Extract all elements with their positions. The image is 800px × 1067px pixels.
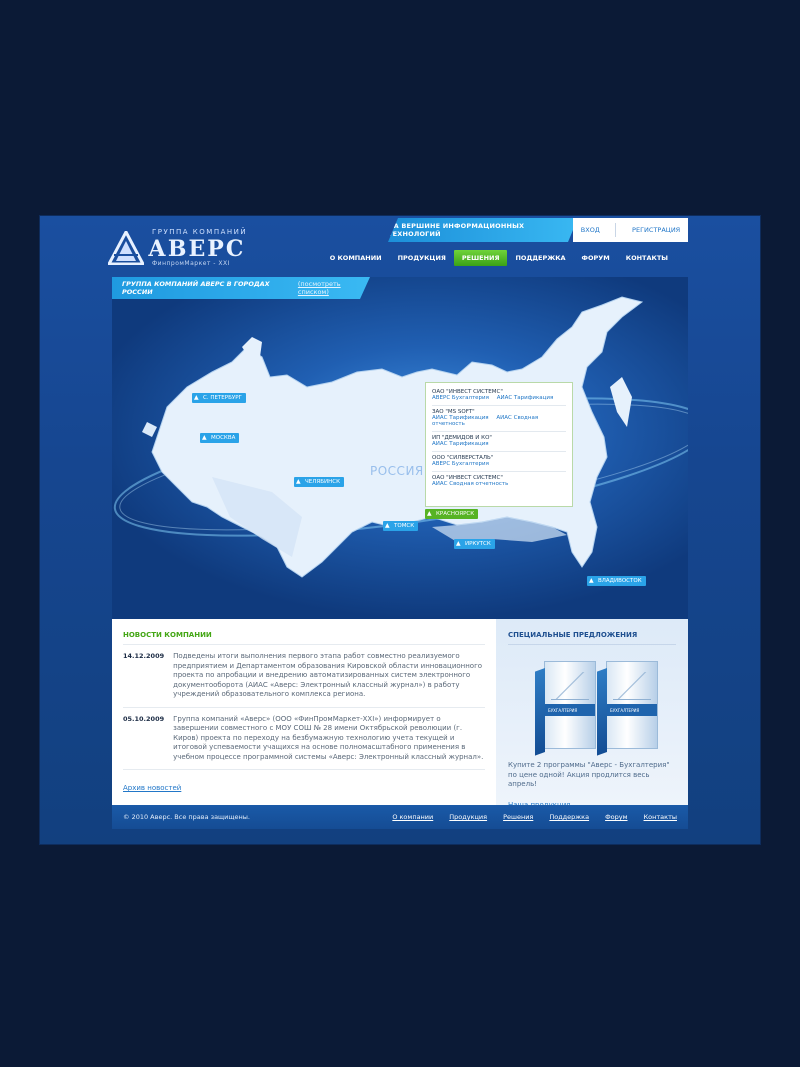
popup-products: АИАС Тарификация АИАС Сводная отчетность <box>432 415 566 432</box>
popup-product-link[interactable]: АВЕРС Бухгалтерия <box>432 461 489 467</box>
city-marker-spb[interactable]: С. Петербург <box>192 393 246 403</box>
news-text: Группа компаний «Аверс» (ООО «ФинПромМар… <box>173 714 484 761</box>
footer-link-forum[interactable]: Форум <box>605 813 627 821</box>
russia-map <box>113 296 688 578</box>
city-marker-tomsk[interactable]: Томск <box>383 521 419 531</box>
footer-link-solutions[interactable]: Решения <box>503 813 533 821</box>
map-panel: Группа компаний Аверс в городах России (… <box>112 277 688 619</box>
popup-products: АИАС Тарификация <box>432 441 566 452</box>
nav-item-solutions[interactable]: Решения <box>453 250 508 266</box>
map-title: Группа компаний Аверс в городах России <box>122 280 270 296</box>
product-box-chart <box>551 672 589 700</box>
nav-item-forum[interactable]: Форум <box>574 250 618 266</box>
popup-product-link[interactable]: АВЕРС Бухгалтерия <box>432 395 489 401</box>
footer-link-about[interactable]: О компании <box>392 813 433 821</box>
city-marker-irkutsk[interactable]: Иркутск <box>454 539 495 549</box>
footer-link-products[interactable]: Продукция <box>449 813 487 821</box>
site-frame: ГРУППА КОМПАНИЙ АВЕРС ФинпромМаркет - XX… <box>40 216 760 844</box>
news-date: 14.12.2009 <box>123 652 165 660</box>
popup-product-link[interactable]: АИАС Тарификация <box>497 395 554 401</box>
news-text: Подведены итоги выполнения первого этапа… <box>173 652 483 698</box>
auth-box: Вход Регистрация <box>573 218 688 242</box>
news-date: 05.10.2009 <box>123 714 165 723</box>
footer-links: О компании Продукция Решения Поддержка Ф… <box>392 813 677 821</box>
nav-item-products[interactable]: Продукция <box>390 250 454 266</box>
popup-product-link[interactable]: АИАС Тарификация <box>432 441 489 447</box>
product-box-label: БУХГАЛТЕРИЯ <box>607 704 657 716</box>
product-box-side <box>597 668 607 756</box>
popup-product-link[interactable]: АИАС Сводная отчетность <box>432 481 508 487</box>
logo[interactable]: ГРУППА КОМПАНИЙ АВЕРС ФинпромМаркет - XX… <box>108 228 248 268</box>
city-marker-vladivostok[interactable]: Владивосток <box>587 576 646 586</box>
register-link[interactable]: Регистрация <box>632 226 680 234</box>
city-marker-moscow[interactable]: Москва <box>200 433 240 443</box>
map-list-link[interactable]: (посмотреть списком) <box>298 280 370 296</box>
popup-products: АВЕРС Бухгалтерия АИАС Тарификация <box>432 395 566 406</box>
product-box: БУХГАЛТЕРИЯ <box>597 661 658 756</box>
product-box-side <box>535 668 545 756</box>
auth-divider <box>615 223 617 237</box>
main-nav: О компании Продукция Решения Поддержка Ф… <box>322 250 676 266</box>
city-marker-krasnoyarsk[interactable]: Красноярск <box>425 509 479 519</box>
offers-section: Специальные предложения БУХГАЛТЕРИЯ БУХГ… <box>496 619 688 809</box>
logo-subtitle: ФинпромМаркет - XXI <box>152 260 230 267</box>
news-item: 05.10.2009 Группа компаний «Аверс» (ООО … <box>123 708 485 770</box>
popup-products: АВЕРС Бухгалтерия <box>432 461 566 472</box>
averse-logo-icon <box>108 231 144 265</box>
news-archive-link[interactable]: Архив новостей <box>123 784 485 792</box>
product-box-chart <box>613 672 651 700</box>
offers-description: Купите 2 программы "Аверс - Бухгалтерия"… <box>508 761 670 788</box>
country-label: РОССИЯ <box>370 464 424 478</box>
city-marker-chelyabinsk[interactable]: Челябинск <box>294 477 344 487</box>
news-item: 14.12.2009 Подведены итоги выполнения пе… <box>123 645 485 708</box>
product-boxes-image[interactable]: БУХГАЛТЕРИЯ БУХГАЛТЕРИЯ <box>508 651 676 761</box>
footer-link-support[interactable]: Поддержка <box>549 813 589 821</box>
offers-heading: Специальные предложения <box>508 631 676 645</box>
copyright: © 2010 Аверс. Все права защищены. <box>123 813 250 821</box>
slogan-banner: На вершине информационных технологий <box>388 218 578 242</box>
nav-item-support[interactable]: Поддержка <box>507 250 573 266</box>
logo-group-label: ГРУППА КОМПАНИЙ <box>152 228 248 236</box>
login-link[interactable]: Вход <box>581 226 600 234</box>
footer: © 2010 Аверс. Все права защищены. О комп… <box>112 805 688 829</box>
news-section: Новости компании 14.12.2009 Подведены ит… <box>112 619 496 805</box>
nav-item-about[interactable]: О компании <box>322 250 390 266</box>
nav-item-contacts[interactable]: Контакты <box>618 250 676 266</box>
product-box-label: БУХГАЛТЕРИЯ <box>545 704 595 716</box>
news-heading: Новости компании <box>123 631 485 645</box>
popup-products: АИАС Сводная отчетность <box>432 481 566 491</box>
city-popup: ОАО "ИНВЕСТ СИСТЕМС" АВЕРС Бухгалтерия А… <box>425 382 573 507</box>
footer-link-contacts[interactable]: Контакты <box>644 813 677 821</box>
map-title-bar: Группа компаний Аверс в городах России (… <box>112 277 370 299</box>
logo-brand: АВЕРС <box>148 236 246 262</box>
product-box: БУХГАЛТЕРИЯ <box>535 661 596 756</box>
